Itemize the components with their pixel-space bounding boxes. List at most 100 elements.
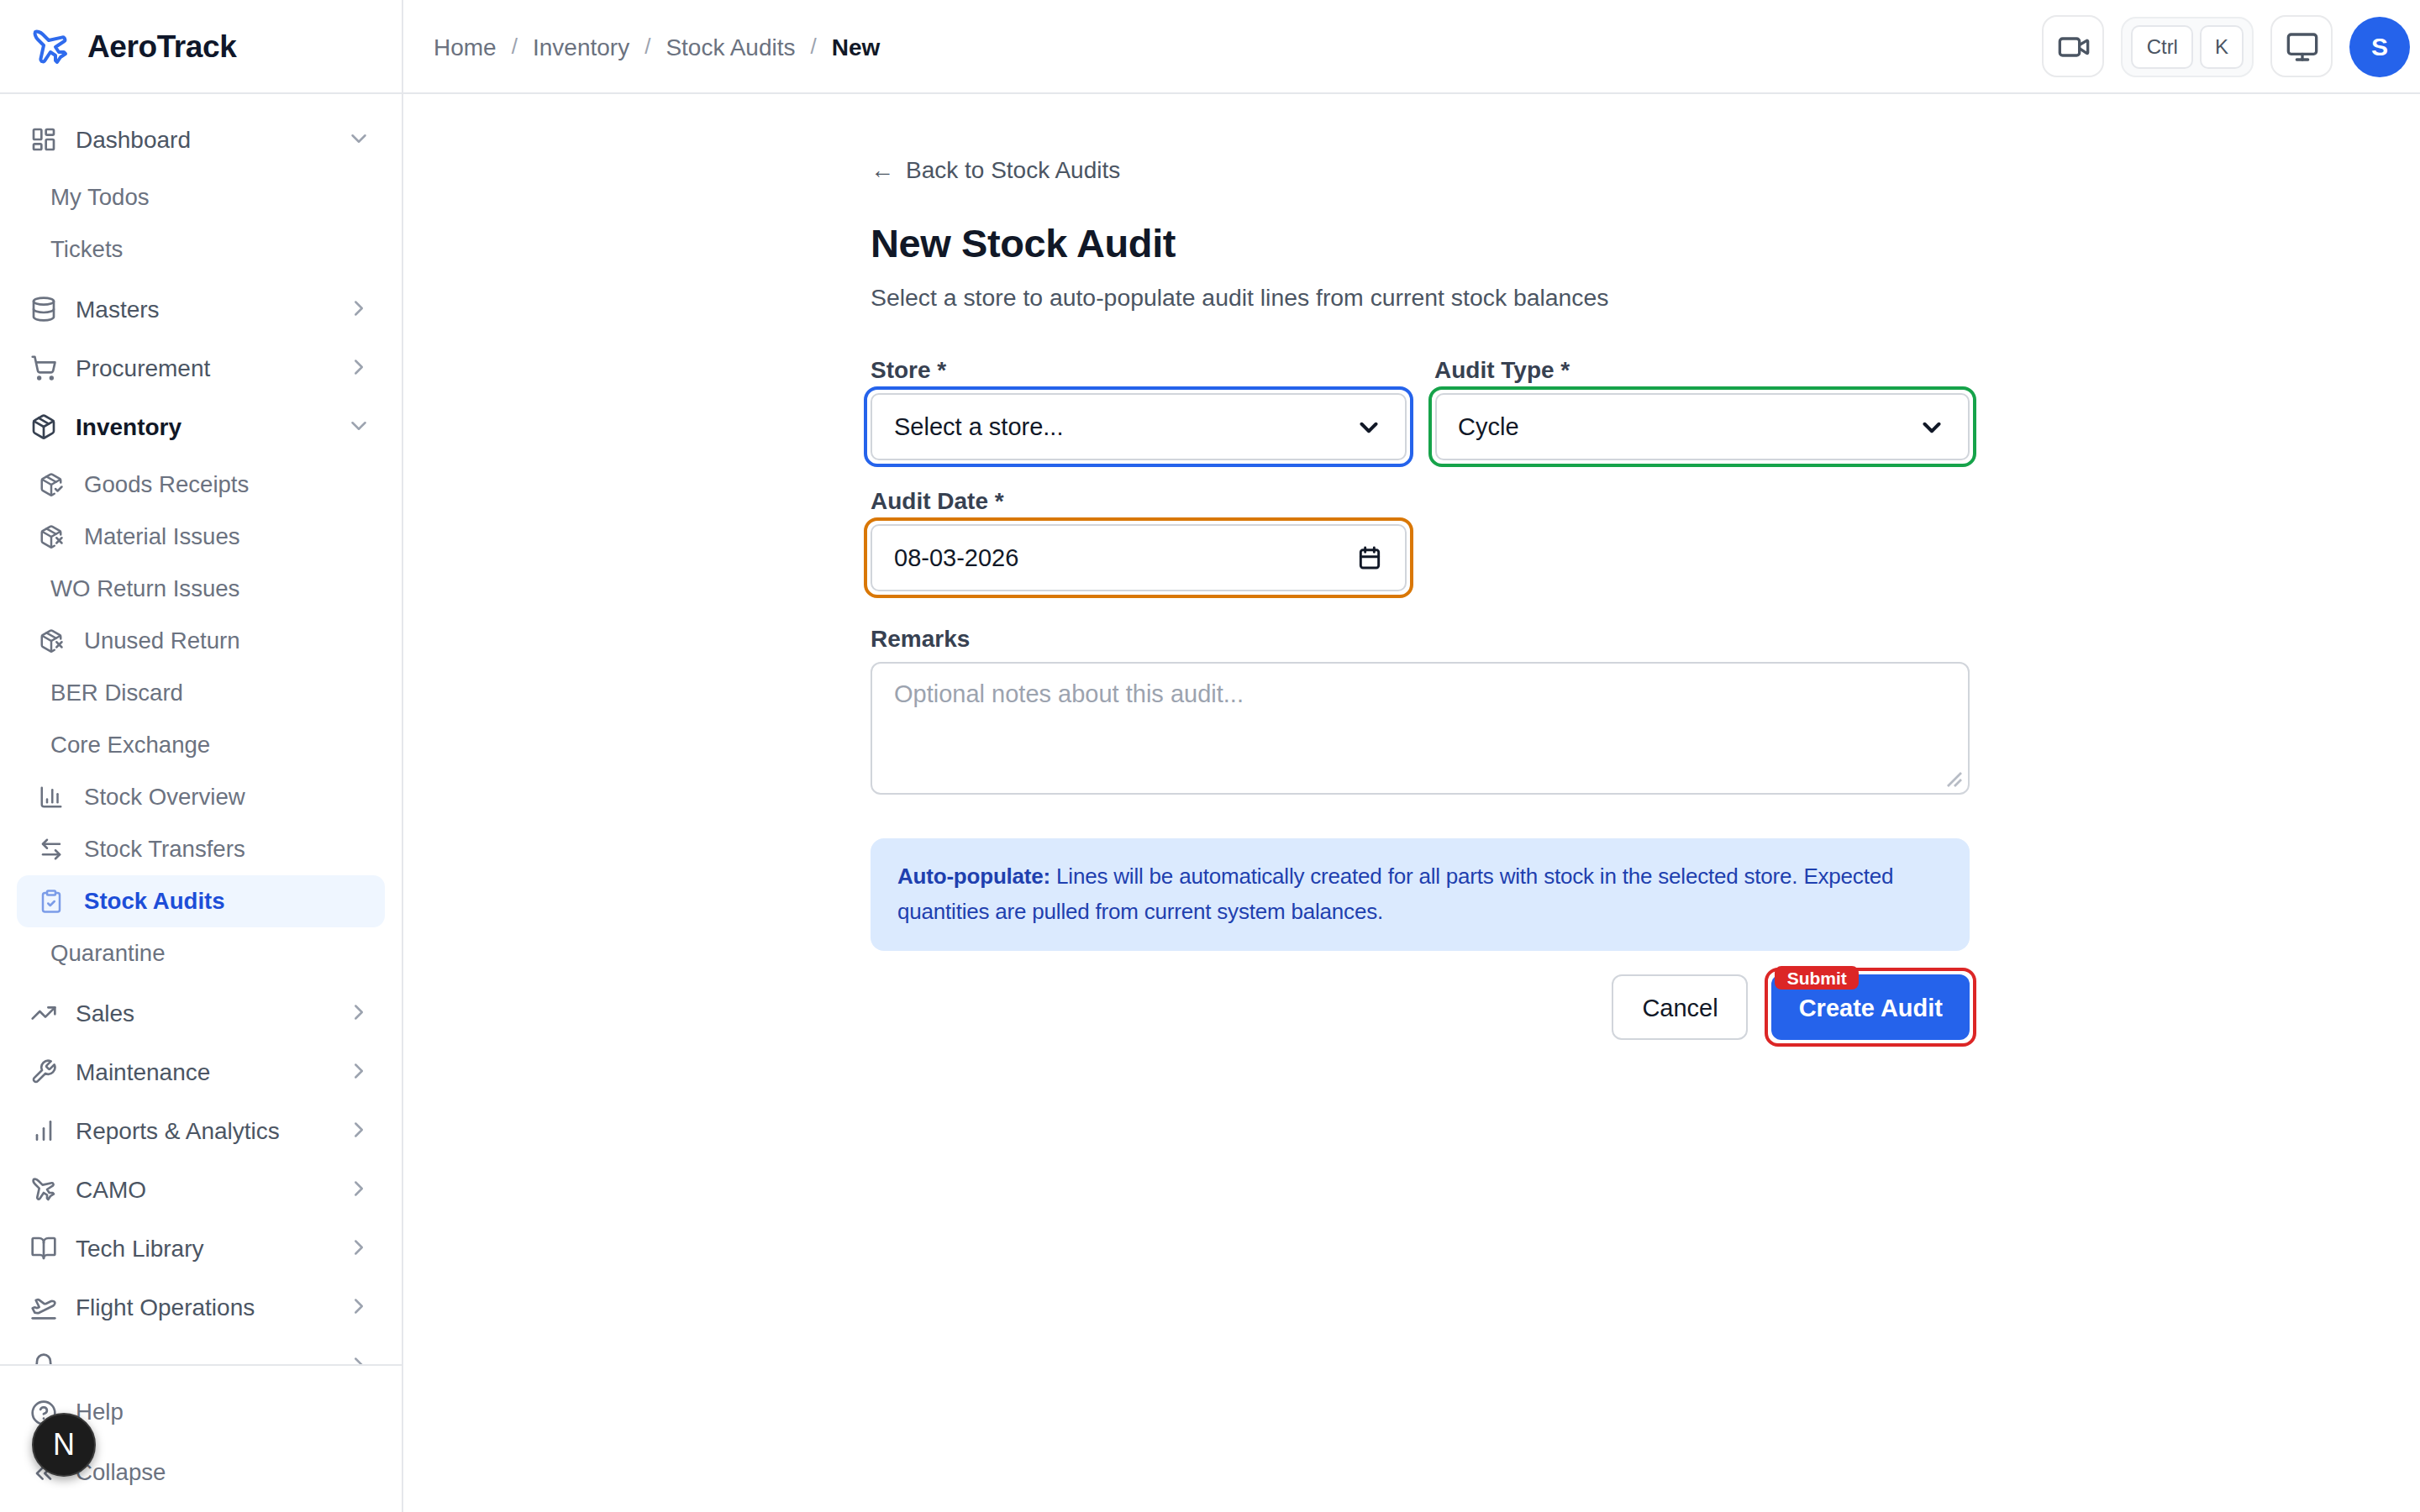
sidebar-item-label: Flight Operations [76, 1293, 255, 1320]
command-palette-shortcut[interactable]: Ctrl K [2122, 16, 2254, 76]
audit-date-input[interactable]: 08-03-2026 [871, 524, 1406, 591]
resize-handle[interactable] [1946, 771, 1963, 788]
remarks-placeholder: Optional notes about this audit... [894, 680, 1244, 707]
audit-type-label: Audit Type * [1434, 356, 1970, 383]
chevron-right-icon [346, 1352, 371, 1364]
sidebar-item-stock-overview[interactable]: Stock Overview [17, 771, 385, 823]
back-arrow-icon: ← [871, 156, 894, 183]
sidebar-item-label: Stock Overview [84, 785, 245, 810]
audit-date-label: Audit Date * [871, 487, 1406, 514]
sidebar-item-core-exchange[interactable]: Core Exchange [17, 719, 385, 771]
submit-annotation-badge: Submit [1776, 966, 1859, 990]
breadcrumb-current: New [832, 33, 881, 60]
chevron-right-icon [346, 1058, 371, 1084]
remarks-label: Remarks [871, 625, 1970, 652]
chevron-right-icon [346, 1176, 371, 1201]
wrench-icon [30, 1058, 57, 1084]
store-select[interactable]: Select a store... [871, 393, 1406, 460]
sidebar-item-label: Stock Audits [84, 889, 225, 914]
chevron-right-icon [346, 1117, 371, 1142]
screen-record-button[interactable] [2043, 15, 2105, 77]
sidebar-item-tech-library[interactable]: Tech Library [17, 1218, 385, 1277]
sidebar-item-material-issues[interactable]: Material Issues [17, 511, 385, 563]
chevron-right-icon [346, 1000, 371, 1025]
package-check-icon [39, 472, 64, 497]
info-bold: Auto-populate: [897, 864, 1050, 889]
sidebar-item-stock-audits[interactable]: Stock Audits [17, 875, 385, 927]
chevron-down-icon [1354, 412, 1382, 441]
audit-type-select[interactable]: Cycle [1434, 393, 1970, 460]
chevron-right-icon [346, 296, 371, 321]
sidebar-item-tickets[interactable]: Tickets [17, 223, 385, 276]
sidebar-item-label: Quarantine [50, 941, 166, 966]
sidebar-item-label: Dashboard [76, 125, 191, 152]
sidebar-item-unused-return[interactable]: Unused Return [17, 615, 385, 667]
sidebar-item-label: Goods Receipts [84, 472, 249, 497]
plane-icon [30, 1175, 57, 1202]
chevron-down-icon [346, 413, 371, 438]
monitor-icon [2285, 29, 2318, 63]
bell-icon [30, 1352, 57, 1364]
sidebar-item-label: Maintenance [76, 1058, 210, 1084]
package-x-icon [39, 524, 64, 549]
sidebar-item-camo[interactable]: CAMO [17, 1159, 385, 1218]
sidebar-item-masters[interactable]: Masters [17, 279, 385, 338]
chevron-right-icon [346, 1294, 371, 1319]
cart-icon [30, 354, 57, 381]
sidebar-item-label: Inventory [76, 412, 182, 439]
sidebar-item-reports-analytics[interactable]: Reports & Analytics [17, 1100, 385, 1159]
package-icon [30, 412, 57, 439]
sidebar-item-label: Sales [76, 999, 134, 1026]
sidebar-item-procurement[interactable]: Procurement [17, 338, 385, 396]
cancel-button[interactable]: Cancel [1612, 974, 1748, 1040]
sidebar-item-dashboard[interactable]: Dashboard [17, 109, 385, 168]
brand-name: AeroTrack [87, 28, 236, 65]
sidebar-item-my-todos[interactable]: My Todos [17, 171, 385, 223]
sidebar-item-label: Stock Transfers [84, 837, 245, 862]
package-x-icon [39, 628, 64, 654]
sidebar-item-label: Procurement [76, 354, 210, 381]
chart-column-icon [39, 785, 64, 810]
user-avatar[interactable]: S [2349, 16, 2410, 76]
breadcrumb-inventory[interactable]: Inventory [533, 33, 629, 60]
sidebar-item-label: Core Exchange [50, 732, 210, 758]
main-content: ← Back to Stock Audits New Stock Audit S… [403, 94, 2420, 1512]
display-button[interactable] [2270, 15, 2333, 77]
sidebar-item-notifications[interactable] [17, 1336, 385, 1364]
plane-logo-icon [30, 26, 71, 66]
store-annotation-ring: Select a store... [864, 386, 1413, 467]
store-field: Store * Select a store... [871, 356, 1406, 460]
sidebar-item-label: My Todos [50, 185, 150, 210]
remarks-field: Remarks Optional notes about this audit.… [871, 625, 1970, 795]
top-header: Home / Inventory / Stock Audits / New Ct… [403, 0, 2420, 94]
sidebar-item-label: CAMO [76, 1175, 146, 1202]
sidebar-item-goods-receipts[interactable]: Goods Receipts [17, 459, 385, 511]
sidebar-item-label: Tickets [50, 237, 123, 262]
sidebar-item-label: Material Issues [84, 524, 240, 549]
sidebar-item-stock-transfers[interactable]: Stock Transfers [17, 823, 385, 875]
breadcrumb-stock-audits[interactable]: Stock Audits [666, 33, 795, 60]
breadcrumb-home[interactable]: Home [434, 33, 497, 60]
sidebar-item-quarantine[interactable]: Quarantine [17, 927, 385, 979]
sidebar-item-wo-return-issues[interactable]: WO Return Issues [17, 563, 385, 615]
sidebar-item-ber-discard[interactable]: BER Discard [17, 667, 385, 719]
back-link[interactable]: ← Back to Stock Audits [871, 156, 1970, 183]
remarks-textarea[interactable]: Optional notes about this audit... [871, 662, 1970, 795]
kbd-ctrl: Ctrl [2132, 24, 2193, 68]
logo: AeroTrack [0, 0, 402, 94]
page-title: New Stock Audit [871, 222, 1970, 267]
chevron-right-icon [346, 354, 371, 380]
chevron-down-icon [1918, 412, 1946, 441]
sidebar-item-maintenance[interactable]: Maintenance [17, 1042, 385, 1100]
submit-annotation-ring: Submit Create Audit [1765, 968, 1976, 1047]
sidebar-item-inventory[interactable]: Inventory [17, 396, 385, 455]
audit-type-annotation-ring: Cycle [1428, 386, 1976, 467]
nextjs-dev-badge[interactable]: N [32, 1413, 96, 1477]
page-subtitle: Select a store to auto-populate audit li… [871, 284, 1970, 311]
sidebar-item-flight-operations[interactable]: Flight Operations [17, 1277, 385, 1336]
auto-populate-info: Auto-populate: Lines will be automatical… [871, 838, 1970, 951]
sidebar-item-sales[interactable]: Sales [17, 983, 385, 1042]
calendar-icon[interactable] [1355, 544, 1382, 571]
sidebar-item-label: Masters [76, 295, 160, 322]
audit-type-field: Audit Type * Cycle [1434, 356, 1970, 460]
